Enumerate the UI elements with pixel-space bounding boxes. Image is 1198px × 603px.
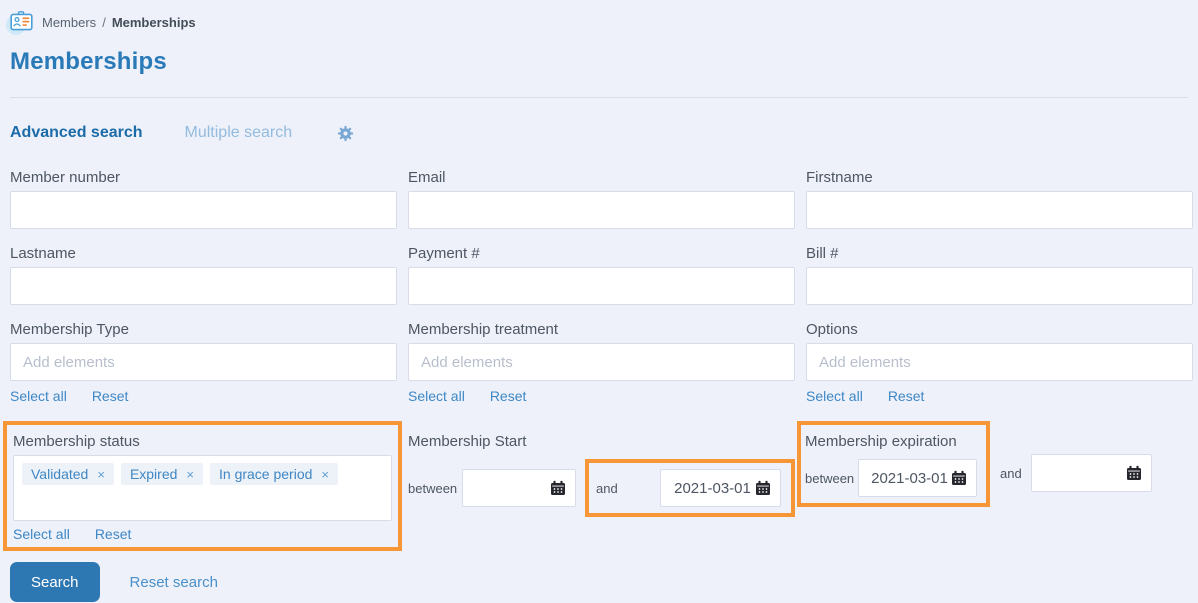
payment-label: Payment #	[408, 245, 480, 262]
calendar-icon[interactable]	[550, 480, 566, 496]
firstname-label: Firstname	[806, 169, 873, 186]
membership-expiration-section: Membership expiration between 2021-03-01	[797, 421, 1193, 507]
membership-expiration-label: Membership expiration	[805, 433, 957, 450]
field-bill: Bill #	[806, 245, 1193, 305]
options-reset-link[interactable]: Reset	[888, 388, 925, 404]
calendar-icon[interactable]	[755, 480, 771, 496]
member-number-label: Member number	[10, 169, 121, 186]
search-button[interactable]: Search	[10, 562, 100, 602]
status-tag-validated: Validated ×	[22, 463, 114, 485]
membership-expiration-from-value: 2021-03-01	[871, 469, 948, 487]
reset-search-link[interactable]: Reset search	[130, 574, 218, 591]
membership-expiration-to-group: and	[1000, 454, 1152, 492]
options-select-all-link[interactable]: Select all	[806, 388, 863, 404]
tab-multiple-search[interactable]: Multiple search	[185, 124, 293, 142]
membership-status-select-all-link[interactable]: Select all	[13, 526, 70, 542]
status-tag-in-grace-period: In grace period ×	[210, 463, 338, 485]
breadcrumb-separator: /	[102, 14, 106, 30]
options-input[interactable]	[806, 343, 1193, 381]
payment-input[interactable]	[408, 267, 795, 305]
status-tag-label: Expired	[129, 466, 178, 482]
field-firstname: Firstname	[806, 169, 1193, 229]
options-links: Select all Reset	[806, 388, 1193, 404]
status-tag-expired: Expired ×	[120, 463, 203, 485]
remove-tag-icon[interactable]: ×	[321, 467, 329, 482]
membership-status-label: Membership status	[13, 433, 140, 450]
field-options: Options Select all Reset	[806, 321, 1193, 404]
date-status-row: Membership status Validated × Expired × …	[3, 421, 1188, 551]
membership-type-reset-link[interactable]: Reset	[92, 388, 129, 404]
membership-start-label: Membership Start	[408, 433, 527, 450]
header-divider	[10, 97, 1188, 98]
remove-tag-icon[interactable]: ×	[186, 467, 194, 482]
membership-treatment-reset-link[interactable]: Reset	[490, 388, 527, 404]
calendar-icon[interactable]	[1126, 465, 1142, 481]
form-actions: Search Reset search	[0, 562, 1188, 602]
membership-start-to-input[interactable]: 2021-03-01	[660, 469, 781, 507]
field-email: Email	[408, 169, 795, 229]
firstname-input[interactable]	[806, 191, 1193, 229]
breadcrumb-members[interactable]: Members	[42, 15, 96, 30]
membership-start-row: between and 2021-03-01	[408, 459, 795, 517]
field-payment: Payment #	[408, 245, 795, 305]
field-membership-treatment: Membership treatment Select all Reset	[408, 321, 795, 404]
membership-expiration-to-input[interactable]	[1030, 454, 1152, 492]
membership-type-label: Membership Type	[10, 321, 129, 338]
membership-expiration-and-label: and	[1000, 465, 1022, 481]
breadcrumb: Members / Memberships	[6, 0, 1188, 35]
email-label: Email	[408, 169, 446, 186]
lastname-label: Lastname	[10, 245, 76, 262]
page-title: Memberships	[10, 48, 167, 75]
membership-treatment-select-all-link[interactable]: Select all	[408, 388, 465, 404]
gear-icon[interactable]	[337, 125, 354, 142]
field-member-number: Member number	[10, 169, 397, 229]
membership-start-and-label: and	[596, 480, 618, 496]
membership-treatment-input[interactable]	[408, 343, 795, 381]
membership-type-links: Select all Reset	[10, 388, 397, 404]
calendar-icon[interactable]	[951, 470, 967, 486]
membership-start-to-value: 2021-03-01	[674, 479, 751, 497]
search-tabs: Advanced search Multiple search	[10, 124, 1188, 142]
membership-expiration-row: between 2021-03-01	[805, 459, 977, 497]
memberships-page: Members / Memberships Memberships Advanc…	[0, 0, 1198, 602]
membership-start-section: Membership Start between and 2021-03-01	[408, 421, 795, 517]
field-lastname: Lastname	[10, 245, 397, 305]
bill-input[interactable]	[806, 267, 1193, 305]
membership-treatment-links: Select all Reset	[408, 388, 795, 404]
lastname-input[interactable]	[10, 267, 397, 305]
field-membership-type: Membership Type Select all Reset	[10, 321, 397, 404]
membership-status-reset-link[interactable]: Reset	[95, 526, 132, 542]
status-tag-label: Validated	[31, 466, 89, 482]
membership-start-to-highlight: and 2021-03-01	[585, 459, 795, 517]
member-card-icon	[6, 11, 34, 35]
membership-status-input[interactable]: Validated × Expired × In grace period ×	[13, 455, 392, 521]
membership-status-links: Select all Reset	[13, 526, 392, 542]
membership-treatment-label: Membership treatment	[408, 321, 559, 338]
membership-type-input[interactable]	[10, 343, 397, 381]
search-form: Member number Email Firstname Lastname P…	[10, 169, 1193, 420]
bill-label: Bill #	[806, 245, 839, 262]
email-input[interactable]	[408, 191, 795, 229]
status-tag-label: In grace period	[219, 466, 313, 482]
membership-expiration-between-label: between	[805, 470, 855, 486]
membership-start-from-input[interactable]	[462, 469, 576, 507]
remove-tag-icon[interactable]: ×	[97, 467, 105, 482]
membership-status-highlight: Membership status Validated × Expired × …	[3, 421, 402, 551]
membership-type-select-all-link[interactable]: Select all	[10, 388, 67, 404]
membership-expiration-highlight: Membership expiration between 2021-03-01	[797, 421, 990, 507]
member-number-input[interactable]	[10, 191, 397, 229]
tab-advanced-search[interactable]: Advanced search	[10, 124, 143, 142]
membership-start-between-label: between	[408, 480, 458, 496]
breadcrumb-memberships: Memberships	[111, 14, 196, 30]
options-label: Options	[806, 321, 858, 338]
membership-expiration-from-input[interactable]: 2021-03-01	[858, 459, 977, 497]
